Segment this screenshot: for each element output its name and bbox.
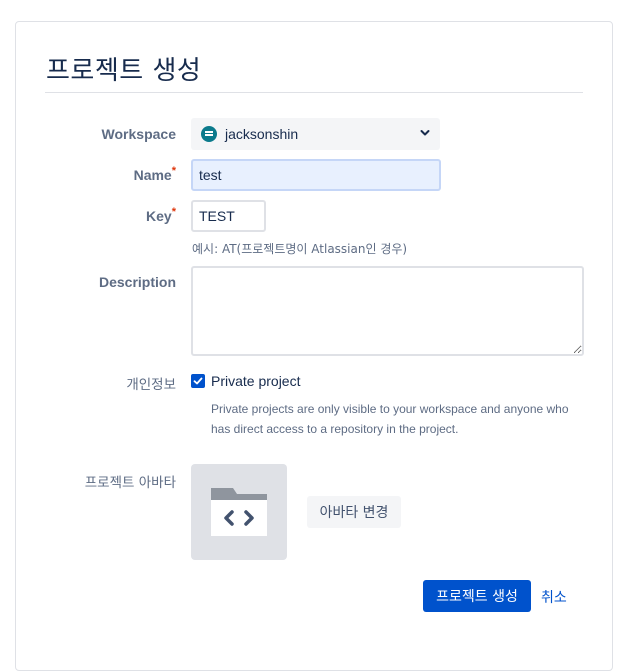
- name-label-text: Name: [133, 167, 172, 183]
- name-label: Name*: [133, 165, 176, 183]
- private-project-label[interactable]: Private project: [211, 373, 300, 389]
- page-title: 프로젝트 생성: [46, 56, 202, 86]
- create-project-button[interactable]: 프로젝트 생성: [423, 580, 531, 612]
- key-required-mark: *: [171, 206, 176, 218]
- key-hint: 예시: AT(프로젝트명이 Atlassian인 경우): [192, 242, 408, 256]
- workspace-select[interactable]: jacksonshin: [191, 118, 440, 150]
- chevron-down-icon: [420, 130, 430, 136]
- code-folder-icon: [211, 488, 267, 536]
- description-textarea[interactable]: [191, 266, 584, 356]
- privacy-label: 개인정보: [126, 377, 176, 393]
- key-label-text: Key: [146, 208, 172, 224]
- avatar-label: 프로젝트 아바타: [84, 475, 176, 491]
- workspace-label: Workspace: [101, 126, 176, 142]
- description-label: Description: [98, 274, 176, 290]
- private-project-help: Private projects are only visible to you…: [211, 402, 569, 436]
- private-project-checkbox[interactable]: [191, 374, 205, 388]
- workspace-value: jacksonshin: [225, 126, 299, 142]
- name-required-mark: *: [171, 165, 176, 177]
- workspace-avatar-icon: [201, 126, 217, 142]
- key-input[interactable]: [191, 200, 266, 232]
- title-divider: [45, 92, 583, 93]
- project-avatar: [191, 464, 287, 560]
- cancel-link[interactable]: 취소: [541, 587, 567, 607]
- change-avatar-button[interactable]: 아바타 변경: [307, 496, 401, 528]
- checkmark-icon: [193, 377, 203, 385]
- key-label: Key*: [146, 206, 176, 224]
- name-input[interactable]: [191, 159, 441, 191]
